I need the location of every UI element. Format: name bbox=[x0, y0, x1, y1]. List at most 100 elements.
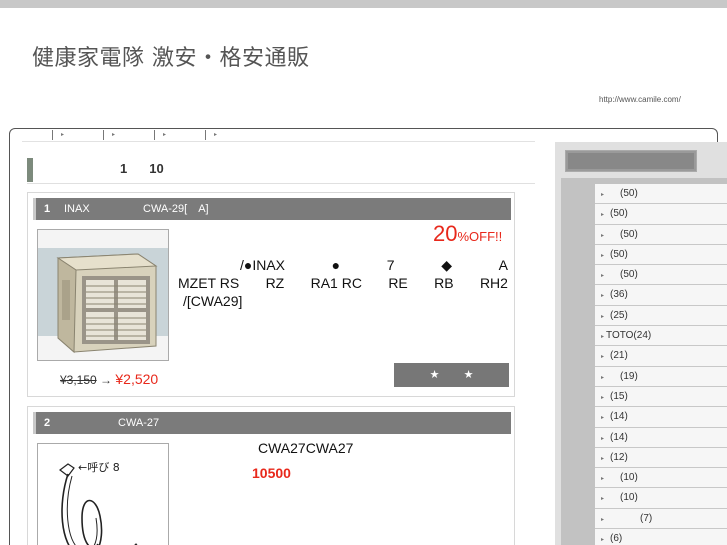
category-label: (25) bbox=[610, 309, 628, 321]
product-rank: 2 bbox=[44, 417, 51, 429]
category-item[interactable]: ▸ (50) bbox=[595, 204, 727, 225]
desc-token: RE bbox=[388, 275, 408, 291]
arrow-right-icon: ▸ bbox=[601, 273, 605, 280]
arrow-right-icon: ▸ bbox=[601, 313, 605, 320]
sidebar-header bbox=[565, 150, 697, 172]
desc-token: ◆ bbox=[441, 257, 452, 273]
category-label: (50) bbox=[610, 208, 628, 220]
category-item[interactable]: ▸ (15) bbox=[595, 386, 727, 408]
product-model: CWA-29[ A] bbox=[143, 203, 209, 215]
category-label: (12) bbox=[610, 451, 628, 463]
arrow-right-icon: ▸ bbox=[601, 212, 605, 219]
arrow-right-icon: ▸ bbox=[601, 476, 605, 483]
category-label: (10) bbox=[610, 472, 638, 484]
arrow-right-icon: ▸ bbox=[601, 232, 605, 239]
category-item[interactable]: ▸ (14) bbox=[595, 427, 727, 448]
star-icon: ★ bbox=[429, 368, 440, 381]
category-label: (50) bbox=[610, 228, 638, 240]
arrow-right-icon: ▸ bbox=[601, 293, 605, 300]
product-maker: INAX bbox=[64, 203, 90, 215]
product-image[interactable]: ←呼び 8 bbox=[37, 443, 169, 545]
arrow-right-icon: ▸ bbox=[601, 354, 605, 361]
category-label: (10) bbox=[610, 492, 638, 504]
star-icon: ★ bbox=[463, 368, 474, 381]
ranking-heading: 1 10 bbox=[40, 161, 164, 176]
category-label: (50) bbox=[610, 269, 638, 281]
category-item[interactable]: ▸ (50) bbox=[595, 184, 727, 205]
category-item[interactable]: ▸ (12) bbox=[595, 447, 727, 469]
category-item[interactable]: ▸ (6) bbox=[595, 529, 727, 545]
desc-token: /●INAX bbox=[240, 257, 286, 273]
desc-token: RZ bbox=[265, 275, 285, 291]
category-item[interactable]: ▸ (50) bbox=[595, 265, 727, 286]
arrow-right-icon: ▸ bbox=[601, 334, 605, 341]
category-label: (14) bbox=[610, 411, 628, 423]
nav-item-1[interactable]: ▸ bbox=[52, 130, 103, 140]
site-title[interactable]: 健康家電隊 激安・格安通販 bbox=[32, 40, 310, 72]
product-card-1: 1 INAX CWA-29[ A] 20%OFF!! /●INAX ● 7 ◆ … bbox=[27, 192, 515, 397]
discount-unit: %OFF!! bbox=[457, 229, 503, 244]
product-header[interactable]: 1 INAX CWA-29[ A] bbox=[33, 198, 511, 220]
category-item[interactable]: ▸ TOTO(24) bbox=[595, 326, 727, 347]
ranking-heading-count: 10 bbox=[149, 161, 164, 176]
price-new: ¥2,520 bbox=[115, 371, 159, 387]
product-title[interactable]: CWA27CWA27 bbox=[258, 440, 353, 456]
arrow-right-icon: ▸ bbox=[601, 252, 605, 259]
product-rank: 1 bbox=[44, 203, 51, 215]
category-label: TOTO(24) bbox=[606, 330, 652, 342]
arrow-right-icon: ▸ bbox=[601, 415, 605, 422]
category-label: (19) bbox=[610, 370, 638, 382]
desc-token: RH2 bbox=[479, 275, 508, 291]
rating-bar[interactable]: ★ ★ bbox=[394, 363, 509, 387]
category-item[interactable]: ▸ (25) bbox=[595, 305, 727, 327]
desc-token: RB bbox=[434, 275, 454, 291]
category-item[interactable]: ▸ (7) bbox=[595, 508, 727, 530]
image-caption: ←呼び 8 bbox=[78, 461, 120, 474]
discount-number: 20 bbox=[433, 221, 458, 246]
category-item[interactable]: ▸ (50) bbox=[595, 244, 727, 266]
product-image[interactable] bbox=[37, 229, 169, 361]
category-item[interactable]: ▸ (10) bbox=[595, 468, 727, 489]
arrow-right-icon: ▸ bbox=[601, 537, 605, 544]
category-label: (50) bbox=[610, 248, 628, 260]
desc-model-code: /[CWA29] bbox=[183, 293, 243, 309]
category-label: (50) bbox=[610, 188, 638, 199]
nav-item-3[interactable]: ▸ bbox=[154, 130, 205, 140]
price-block: ¥3,150 → ¥2,520 bbox=[60, 371, 158, 387]
category-label: (6) bbox=[610, 533, 623, 545]
ranking-heading-marker bbox=[27, 158, 33, 182]
product-description[interactable]: /●INAX ● 7 ◆ A MZET RS RZ RA1 RC RE RB R… bbox=[178, 256, 508, 310]
water-filter-box-image bbox=[38, 230, 168, 360]
ranking-heading-rank: 1 bbox=[120, 161, 128, 176]
arrow-right-icon: ▸ bbox=[601, 394, 605, 401]
category-list: ▸ (50) ▸ (50) ▸ (50) ▸ (50) ▸ (50) ▸ (36) ▸… bbox=[595, 184, 727, 545]
desc-token: MZET RS bbox=[178, 275, 240, 291]
price-old: ¥3,150 bbox=[60, 373, 97, 387]
category-item[interactable]: ▸ (19) bbox=[595, 366, 727, 387]
product-model: CWA-27 bbox=[118, 417, 160, 429]
category-item[interactable]: ▸ (10) bbox=[595, 488, 727, 509]
category-item[interactable]: ▸ (14) bbox=[595, 407, 727, 428]
arrow-right-icon: ▸ bbox=[601, 496, 605, 503]
category-label: (36) bbox=[610, 289, 628, 301]
product-header[interactable]: 2 CWA-27 bbox=[33, 412, 511, 434]
price-arrow: → bbox=[96, 373, 116, 387]
arrow-right-icon: ▸ bbox=[601, 192, 605, 198]
category-label: (14) bbox=[610, 431, 628, 443]
nav-item-4[interactable]: ▸ bbox=[205, 130, 256, 140]
site-url[interactable]: http://www.camile.com/ bbox=[599, 95, 681, 104]
desc-token: RA1 RC bbox=[310, 275, 362, 291]
arrow-right-icon: ▸ bbox=[601, 516, 605, 523]
product-card-2: 2 CWA-27 ←呼び 8 CWA27CWA27 10500 bbox=[27, 406, 515, 545]
nav-item-2[interactable]: ▸ bbox=[103, 130, 154, 140]
category-item[interactable]: ▸ (36) bbox=[595, 285, 727, 306]
category-item[interactable]: ▸ (50) bbox=[595, 224, 727, 245]
arrow-right-icon: ▸ bbox=[601, 435, 605, 442]
desc-token: 7 bbox=[386, 257, 395, 273]
category-label: (7) bbox=[610, 512, 653, 524]
category-label: (21) bbox=[610, 350, 628, 362]
arrow-right-icon: ▸ bbox=[601, 455, 605, 462]
nav-divider bbox=[22, 141, 535, 142]
category-item[interactable]: ▸ (21) bbox=[595, 346, 727, 367]
discount-label: 20%OFF!! bbox=[433, 221, 502, 247]
